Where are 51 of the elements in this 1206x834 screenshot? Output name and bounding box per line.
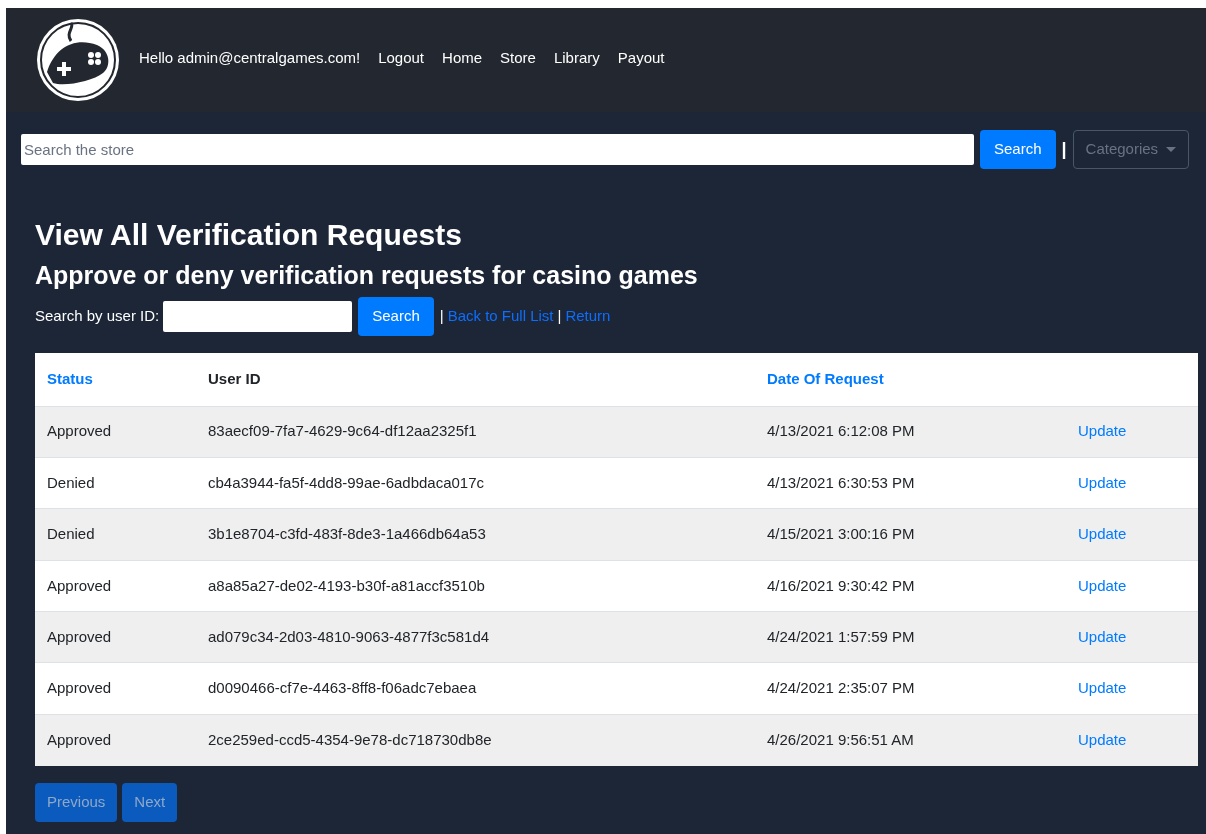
nav-link[interactable]: Store bbox=[500, 46, 536, 70]
table-cell: d0090466-cf7e-4463-8ff8-f06adc7ebaea bbox=[196, 662, 755, 715]
table-cell: Denied bbox=[35, 508, 196, 561]
table-cell: ad079c34-2d03-4810-9063-4877f3c581d4 bbox=[196, 611, 755, 663]
greeting-text: Hello admin@centralgames.com! bbox=[139, 47, 361, 68]
sort-link[interactable]: Status bbox=[47, 370, 93, 387]
table-cell: 3b1e8704-c3fd-483f-8de3-1a466db64a53 bbox=[196, 508, 755, 561]
back-to-full-list-link[interactable]: Back to Full List bbox=[447, 305, 554, 328]
table-cell: Approved bbox=[35, 714, 196, 766]
user-id-field[interactable] bbox=[163, 301, 353, 332]
search-button[interactable]: Search bbox=[358, 297, 434, 336]
sort-link[interactable]: Date Of Request bbox=[767, 370, 884, 387]
update-link[interactable]: Update bbox=[1078, 628, 1127, 645]
separator: | bbox=[557, 306, 562, 327]
nav-link[interactable]: Payout bbox=[617, 46, 665, 70]
update-link[interactable]: Update bbox=[1078, 525, 1127, 543]
update-link[interactable]: Update bbox=[1078, 679, 1127, 697]
table-cell: 4/16/2021 9:30:42 PM bbox=[755, 560, 1066, 612]
table-cell: 4/13/2021 6:30:53 PM bbox=[755, 457, 1066, 509]
update-link[interactable]: Update bbox=[1078, 731, 1127, 749]
return-link[interactable]: Return bbox=[565, 305, 611, 328]
table-cell: Approved bbox=[35, 406, 196, 458]
table-cell: 4/15/2021 3:00:16 PM bbox=[755, 508, 1066, 561]
nav-link[interactable]: Home bbox=[442, 46, 483, 70]
gamepad-logo[interactable] bbox=[35, 17, 121, 103]
page-subtitle: Approve or deny verification requests for casino games bbox=[35, 260, 699, 291]
table-cell: Approved bbox=[35, 611, 196, 663]
update-link[interactable]: Update bbox=[1078, 422, 1127, 440]
table-cell: Approved bbox=[35, 560, 196, 612]
search-button[interactable]: Search bbox=[980, 130, 1056, 169]
separator: | bbox=[1061, 138, 1067, 161]
table-cell: cb4a3944-fa5f-4dd8-99ae-6adbdaca017c bbox=[196, 457, 755, 509]
table-cell: Approved bbox=[35, 662, 196, 715]
table-cell: 4/26/2021 9:56:51 AM bbox=[755, 714, 1066, 766]
separator: | bbox=[439, 306, 444, 327]
page-title: View All Verification Requests bbox=[35, 217, 463, 253]
nav-link[interactable]: Logout bbox=[378, 46, 425, 70]
table-cell: a8a85a27-de02-4193-b30f-a81accf3510b bbox=[196, 560, 755, 612]
search-label: Search by user ID: bbox=[35, 306, 160, 327]
table-cell: 83aecf09-7fa7-4629-9c64-df12aa2325f1 bbox=[196, 406, 755, 458]
caret-icon bbox=[1166, 147, 1177, 152]
table-cell: 4/24/2021 2:35:07 PM bbox=[755, 662, 1066, 715]
column-header: User ID bbox=[208, 370, 261, 387]
store-search-field[interactable]: Search the store bbox=[21, 134, 974, 165]
table-cell: Denied bbox=[35, 457, 196, 509]
update-link[interactable]: Update bbox=[1078, 576, 1127, 594]
update-link[interactable]: Update bbox=[1078, 473, 1127, 491]
table-cell: 2ce259ed-ccd5-4354-9e78-dc718730db8e bbox=[196, 714, 755, 766]
table-cell: 4/24/2021 1:57:59 PM bbox=[755, 611, 1066, 663]
table-cell: 4/13/2021 6:12:08 PM bbox=[755, 406, 1066, 458]
nav-link[interactable]: Library bbox=[553, 46, 600, 70]
